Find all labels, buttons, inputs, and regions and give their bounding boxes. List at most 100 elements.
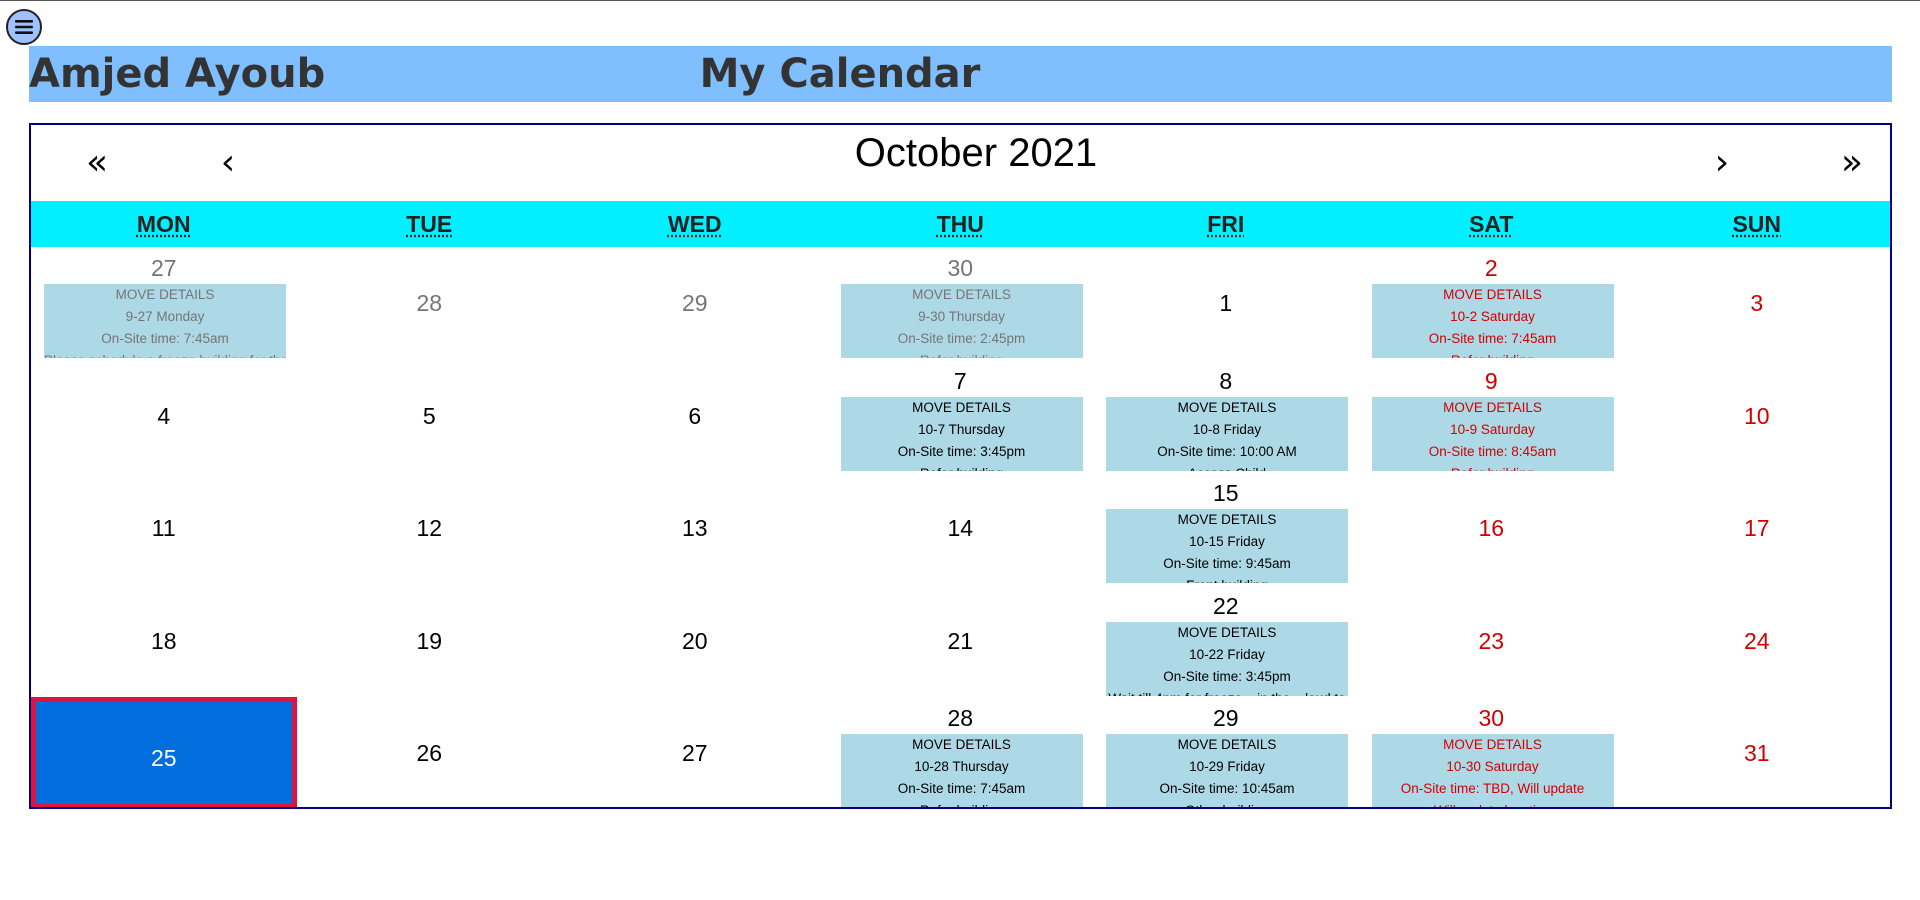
day-number: 23 bbox=[1478, 627, 1505, 654]
event-line: On-Site time: 10:45am bbox=[1159, 781, 1295, 796]
prev-month-button[interactable]: ‹ bbox=[198, 125, 258, 201]
calendar-day[interactable]: 3 bbox=[1624, 247, 1890, 360]
weekday-label: MON bbox=[136, 211, 191, 237]
day-number: 20 bbox=[681, 627, 708, 654]
day-number: 30 bbox=[1478, 705, 1505, 731]
move-event[interactable]: MOVE DETAILS 10-8 Friday On-Site time: 10:… bbox=[1106, 396, 1348, 471]
day-number: 19 bbox=[416, 627, 443, 654]
day-number: 24 bbox=[1743, 627, 1770, 654]
event-line: On-Site time: 7:45am bbox=[897, 781, 1026, 796]
calendar-day[interactable]: 18 bbox=[31, 585, 297, 698]
calendar-day[interactable]: 12 bbox=[297, 472, 563, 585]
calendar-day[interactable]: 17 bbox=[1624, 472, 1890, 585]
calendar-day[interactable]: 14 bbox=[828, 472, 1094, 585]
calendar-day[interactable]: 4 bbox=[31, 360, 297, 473]
calendar-day[interactable]: 28 bbox=[297, 247, 563, 360]
event-line: 10-2 Saturday bbox=[1450, 309, 1535, 324]
calendar-day[interactable]: 2 MOVE DETAILS 10-2 Saturday On-Site time: … bbox=[1359, 247, 1625, 360]
event-line: 9-30 Thursday bbox=[918, 309, 1005, 324]
event-line: 10-30 Saturday bbox=[1446, 759, 1539, 774]
day-number: 31 bbox=[1743, 740, 1770, 766]
move-event[interactable]: MOVE DETAILS 10-29 Friday On-Site time: 10… bbox=[1106, 734, 1348, 807]
month-label[interactable]: October 2021 bbox=[31, 125, 1890, 201]
day-number: 3 bbox=[1750, 290, 1764, 316]
day-number: 28 bbox=[416, 290, 443, 316]
event-line: Refer building bbox=[841, 463, 1083, 471]
calendar-day[interactable]: 13 bbox=[562, 472, 828, 585]
calendar-day[interactable]: 5 bbox=[297, 360, 563, 473]
prev-year-button[interactable]: « bbox=[67, 125, 127, 201]
move-event[interactable]: MOVE DETAILS 10-30 Saturday On-Site time: … bbox=[1371, 734, 1614, 807]
calendar-day[interactable]: 31 bbox=[1624, 697, 1890, 807]
day-number: 27 bbox=[150, 255, 177, 281]
event-line: 10-8 Friday bbox=[1192, 421, 1262, 437]
next-month-button[interactable]: › bbox=[1692, 125, 1752, 201]
calendar-day[interactable]: 7 MOVE DETAILS 10-7 Thursday On-Site time: … bbox=[828, 360, 1094, 473]
event-line: Access Child bbox=[1106, 463, 1348, 471]
calendar-day[interactable]: 21 bbox=[828, 585, 1094, 698]
next-year-button[interactable]: » bbox=[1822, 125, 1882, 201]
calendar-day[interactable]: 16 bbox=[1359, 472, 1625, 585]
calendar-day[interactable]: 28 MOVE DETAILS 10-28 Thursday On-Site time… bbox=[828, 697, 1094, 807]
day-number: 8 bbox=[1219, 367, 1233, 394]
calendar: October 2021 « ‹ › » MON TUE WED THU FRI… bbox=[29, 123, 1892, 809]
day-number: 21 bbox=[947, 627, 974, 654]
move-event[interactable]: MOVE DETAILS 10-9 Saturday On-Site time: 8… bbox=[1371, 396, 1614, 471]
day-number: 25 bbox=[150, 745, 177, 771]
calendar-day[interactable]: 22 MOVE DETAILS 10-22 Friday On-Site time: … bbox=[1093, 585, 1359, 698]
day-number: 27 bbox=[681, 740, 708, 766]
day-number: 29 bbox=[1212, 705, 1239, 731]
event-line: Will update location bbox=[1372, 800, 1614, 807]
event-line: MOVE DETAILS bbox=[1443, 399, 1542, 415]
move-event[interactable]: MOVE DETAILS 10-7 Thursday On-Site time: 3… bbox=[840, 396, 1083, 471]
calendar-day[interactable]: 23 bbox=[1359, 585, 1625, 698]
day-number: 9 bbox=[1484, 367, 1498, 394]
calendar-day[interactable]: 15 MOVE DETAILS 10-15 Friday On-Site time: … bbox=[1093, 472, 1359, 585]
page-header: My Calendar Amjed Ayoub bbox=[29, 46, 1892, 102]
calendar-day[interactable]: 27 MOVE DETAILS 9-27 Monday On-Site time: 7… bbox=[31, 247, 297, 360]
calendar-day[interactable]: 11 bbox=[31, 472, 297, 585]
calendar-day[interactable]: 10 bbox=[1624, 360, 1890, 473]
move-event[interactable]: MOVE DETAILS 10-2 Saturday On-Site time: 7… bbox=[1371, 284, 1614, 358]
calendar-day-today[interactable]: 25 bbox=[31, 697, 297, 807]
weekday-header: MON TUE WED THU FRI SAT SUN bbox=[31, 201, 1890, 247]
calendar-day[interactable]: 29 bbox=[562, 247, 828, 360]
day-number: 15 bbox=[1212, 480, 1239, 506]
calendar-day[interactable]: 8 MOVE DETAILS 10-8 Friday On-Site time: 10… bbox=[1093, 360, 1359, 473]
calendar-day[interactable]: 19 bbox=[297, 585, 563, 698]
move-event[interactable]: MOVE DETAILS 9-27 Monday On-Site time: 7:4… bbox=[44, 284, 286, 358]
calendar-day[interactable]: 27 bbox=[562, 697, 828, 807]
calendar-week-row: 25 26 27 28 MOVE DETAILS 10-28 Thursday On-Sit… bbox=[31, 697, 1890, 807]
calendar-day[interactable]: 29 MOVE DETAILS 10-29 Friday On-Site time: … bbox=[1093, 697, 1359, 807]
menu-button[interactable] bbox=[6, 9, 42, 45]
move-event[interactable]: MOVE DETAILS 10-22 Friday On-Site time: 3:… bbox=[1106, 621, 1348, 696]
event-line: MOVE DETAILS bbox=[912, 287, 1011, 302]
calendar-week-row: 27 MOVE DETAILS 9-27 Monday On-Site time: 7… bbox=[31, 247, 1890, 360]
day-number: 12 bbox=[416, 515, 443, 541]
move-event[interactable]: MOVE DETAILS 9-30 Thursday On-Site time: 2… bbox=[840, 284, 1083, 358]
event-line: 10-15 Friday bbox=[1189, 534, 1265, 549]
event-line: On-Site time: 3:45pm bbox=[897, 443, 1026, 459]
move-event[interactable]: MOVE DETAILS 10-28 Thursday On-Site time: … bbox=[840, 734, 1083, 807]
weekday-label: SUN bbox=[1732, 211, 1782, 237]
event-line: On-Site time: 7:45am bbox=[1428, 331, 1557, 346]
calendar-day[interactable]: 30 MOVE DETAILS 10-30 Saturday On-Site time… bbox=[1359, 697, 1625, 807]
event-line: Front building bbox=[1106, 575, 1348, 583]
move-event[interactable]: MOVE DETAILS 10-15 Friday On-Site time: 9:… bbox=[1106, 509, 1348, 583]
event-line: 10-22 Friday bbox=[1189, 646, 1265, 662]
event-line: Other building bbox=[1106, 800, 1348, 807]
calendar-day[interactable]: 24 bbox=[1624, 585, 1890, 698]
calendar-day[interactable]: 26 bbox=[297, 697, 563, 807]
calendar-day[interactable]: 9 MOVE DETAILS 10-9 Saturday On-Site time: … bbox=[1359, 360, 1625, 473]
event-line: 10-28 Thursday bbox=[914, 759, 1009, 774]
calendar-day[interactable]: 30 MOVE DETAILS 9-30 Thursday On-Site time:… bbox=[828, 247, 1094, 360]
calendar-day[interactable]: 20 bbox=[562, 585, 828, 698]
event-line: Wait till 4pm for freeze ...in the ...lo… bbox=[1106, 688, 1348, 696]
event-line: 10-29 Friday bbox=[1189, 759, 1265, 774]
day-number: 17 bbox=[1743, 515, 1770, 541]
calendar-day[interactable]: 6 bbox=[562, 360, 828, 473]
event-line: On-Site time: 3:45pm bbox=[1163, 668, 1291, 684]
weekday-label: TUE bbox=[406, 211, 453, 237]
day-number: 5 bbox=[422, 402, 436, 429]
calendar-day[interactable]: 1 bbox=[1093, 247, 1359, 360]
